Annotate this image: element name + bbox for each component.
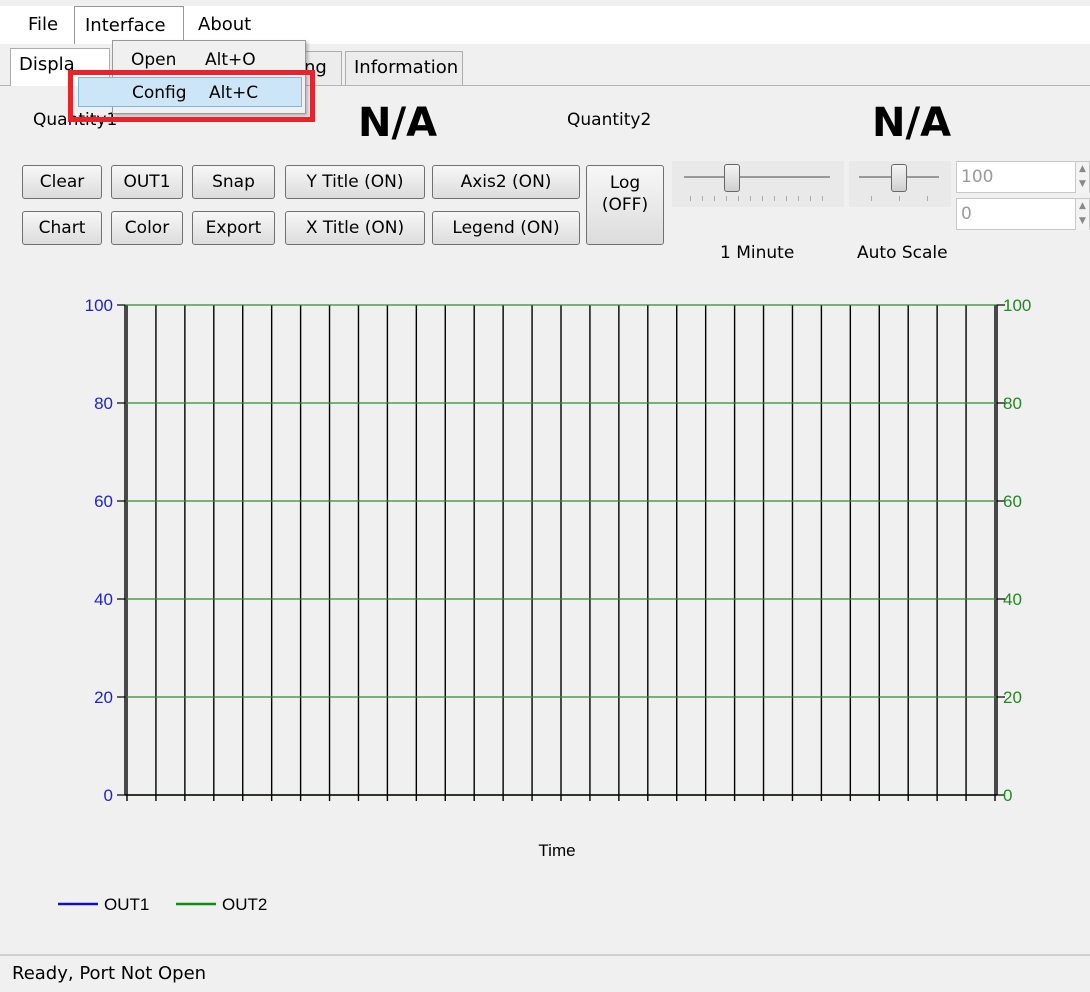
out1-button[interactable]: OUT1 <box>111 165 183 199</box>
scale-slider-thumb[interactable] <box>891 164 907 192</box>
tab-information[interactable]: Information <box>345 51 463 85</box>
menu-about[interactable]: About <box>188 6 261 44</box>
vertical-gridlines <box>126 305 996 801</box>
scale-slider[interactable] <box>849 161 951 207</box>
scale-min-value: 0 <box>961 204 972 224</box>
chart-plot: 0 20 40 60 80 100 0 20 40 60 80 100 Time OUT1 OUT2 <box>58 296 1031 914</box>
right-tick-label: 80 <box>1003 394 1022 413</box>
legend-button[interactable]: Legend (ON) <box>432 211 580 245</box>
x-title-button[interactable]: X Title (ON) <box>285 211 425 245</box>
highlight-box <box>68 70 315 122</box>
left-tick-label: 100 <box>85 296 113 315</box>
right-tick-label: 100 <box>1003 296 1031 315</box>
time-slider-thumb[interactable] <box>724 164 740 192</box>
axis2-button[interactable]: Axis2 (ON) <box>432 165 580 199</box>
scale-max-spin[interactable]: ▲ ▼ <box>1075 162 1089 193</box>
snap-button[interactable]: Snap <box>192 165 275 199</box>
time-slider-track <box>684 176 830 178</box>
right-tick-label: 40 <box>1003 590 1022 609</box>
right-tick-label: 0 <box>1003 786 1012 805</box>
menu-file[interactable]: File <box>18 6 68 44</box>
left-tick-label: 40 <box>94 590 113 609</box>
chart-button[interactable]: Chart <box>22 211 102 245</box>
quantity2-label: Quantity2 <box>567 110 652 130</box>
left-tick-label: 0 <box>104 786 113 805</box>
status-text: Ready, Port Not Open <box>12 963 207 984</box>
right-tick-label: 60 <box>1003 492 1022 511</box>
status-bar: Ready, Port Not Open <box>0 954 1090 988</box>
y-title-button[interactable]: Y Title (ON) <box>285 165 425 199</box>
left-tick-label: 60 <box>94 492 113 511</box>
quantity2-value: N/A <box>872 100 952 146</box>
x-axis-title: Time <box>538 841 575 860</box>
menu-interface[interactable]: Interface <box>74 6 184 44</box>
scale-min-spin[interactable]: ▲ ▼ <box>1075 199 1089 230</box>
color-button[interactable]: Color <box>111 211 183 245</box>
legend-out1-label: OUT1 <box>104 895 149 914</box>
export-button[interactable]: Export <box>192 211 275 245</box>
chart-legend: OUT1 OUT2 <box>58 895 267 914</box>
scale-min-input[interactable]: 0 ▲ ▼ <box>956 198 1090 230</box>
right-tick-label: 20 <box>1003 688 1022 707</box>
time-slider[interactable] <box>672 161 844 207</box>
left-tick-label: 20 <box>94 688 113 707</box>
legend-out2-label: OUT2 <box>222 895 267 914</box>
right-axis-ticks: 0 20 40 60 80 100 <box>997 296 1031 805</box>
quantity1-value: N/A <box>358 100 438 146</box>
clear-button[interactable]: Clear <box>22 165 102 199</box>
left-axis-ticks: 0 20 40 60 80 100 <box>85 296 125 805</box>
log-toggle-button[interactable]: Log (OFF) <box>586 165 664 245</box>
scale-max-input[interactable]: 100 ▲ ▼ <box>956 161 1090 193</box>
scale-max-value: 100 <box>961 167 994 187</box>
time-slider-label: 1 Minute <box>720 243 795 263</box>
chart-panel: 0 20 40 60 80 100 0 20 40 60 80 100 Time OUT1 OUT2 <box>12 270 1090 946</box>
scale-slider-label: Auto Scale <box>857 243 948 263</box>
left-tick-label: 80 <box>94 394 113 413</box>
